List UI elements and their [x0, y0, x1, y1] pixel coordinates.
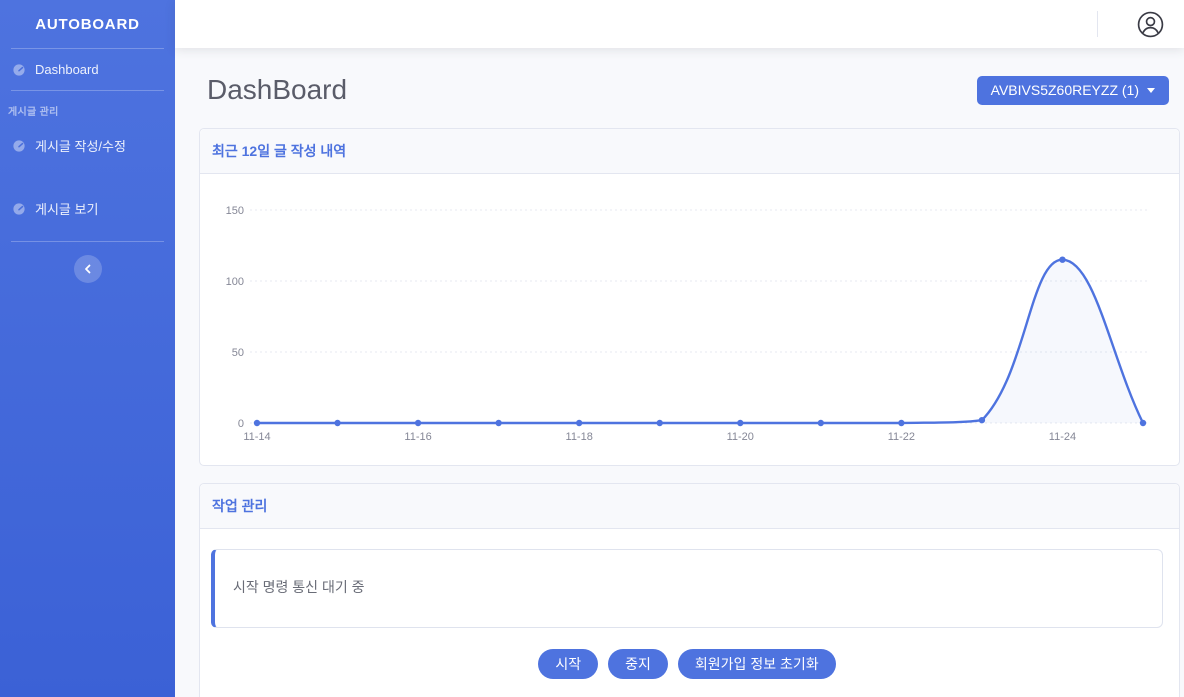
chart-card-title: 최근 12일 글 작성 내역	[200, 129, 1179, 174]
tachometer-icon	[12, 139, 26, 153]
account-dropdown-label: AVBIVS5Z60REYZZ (1)	[991, 82, 1139, 98]
svg-text:50: 50	[232, 347, 244, 359]
svg-text:150: 150	[226, 205, 244, 217]
svg-text:11-22: 11-22	[888, 431, 915, 443]
status-message: 시작 명령 통신 대기 중	[233, 579, 364, 595]
sidebar-item-post-view[interactable]: 게시글 보기	[0, 185, 175, 232]
reset-signup-info-button[interactable]: 회원가입 정보 초기화	[678, 649, 836, 679]
sidebar-item-post-edit[interactable]: 게시글 작성/수정	[0, 122, 175, 169]
topbar	[175, 0, 1184, 48]
tachometer-icon	[12, 63, 26, 77]
status-message-box: 시작 명령 통신 대기 중	[211, 549, 1163, 628]
sidebar-item-label: 게시글 보기	[35, 199, 98, 218]
page-title: DashBoard	[207, 74, 347, 106]
page-content: DashBoard AVBIVS5Z60REYZZ (1) 최근 12일 글 작…	[175, 48, 1184, 697]
svg-text:11-16: 11-16	[404, 431, 431, 443]
svg-text:11-18: 11-18	[566, 431, 593, 443]
task-card-title: 작업 관리	[200, 484, 1179, 529]
sidebar: AUTOBOARD Dashboard 게시글 관리 게시글 작성/수정	[0, 0, 175, 697]
account-dropdown-button[interactable]: AVBIVS5Z60REYZZ (1)	[977, 76, 1169, 105]
svg-text:11-24: 11-24	[1049, 431, 1076, 443]
sidebar-divider	[11, 241, 164, 242]
sidebar-item-label: 게시글 작성/수정	[35, 136, 126, 155]
stop-button[interactable]: 중지	[608, 649, 668, 679]
sidebar-section-heading: 게시글 관리	[0, 91, 175, 122]
start-button[interactable]: 시작	[538, 649, 598, 679]
svg-text:11-20: 11-20	[727, 431, 754, 443]
task-management-card: 작업 관리 시작 명령 통신 대기 중 시작 중지 회원가입 정보 초기화	[199, 483, 1180, 697]
user-avatar-icon	[1137, 11, 1164, 38]
svg-text:0: 0	[238, 418, 244, 430]
sidebar-item-label: Dashboard	[35, 62, 99, 77]
sidebar-collapse-button[interactable]	[74, 255, 102, 283]
main-column: DashBoard AVBIVS5Z60REYZZ (1) 최근 12일 글 작…	[175, 0, 1184, 697]
chevron-left-icon	[83, 264, 93, 274]
brand-logo[interactable]: AUTOBOARD	[0, 0, 175, 48]
user-menu-button[interactable]	[1126, 11, 1175, 38]
caret-down-icon	[1147, 88, 1155, 93]
line-chart: 0 50 100 150 11-14 11-16 11-18 11-20 11-22 11-24	[200, 174, 1179, 465]
topbar-divider	[1097, 11, 1098, 37]
svg-text:100: 100	[226, 276, 244, 288]
recent-posts-chart-card: 최근 12일 글 작성 내역 0 50 100 150 11-14 11-16 11-18 1…	[199, 128, 1180, 466]
sidebar-item-dashboard[interactable]: Dashboard	[0, 49, 175, 90]
tachometer-icon	[12, 202, 26, 216]
svg-text:11-14: 11-14	[243, 431, 270, 443]
